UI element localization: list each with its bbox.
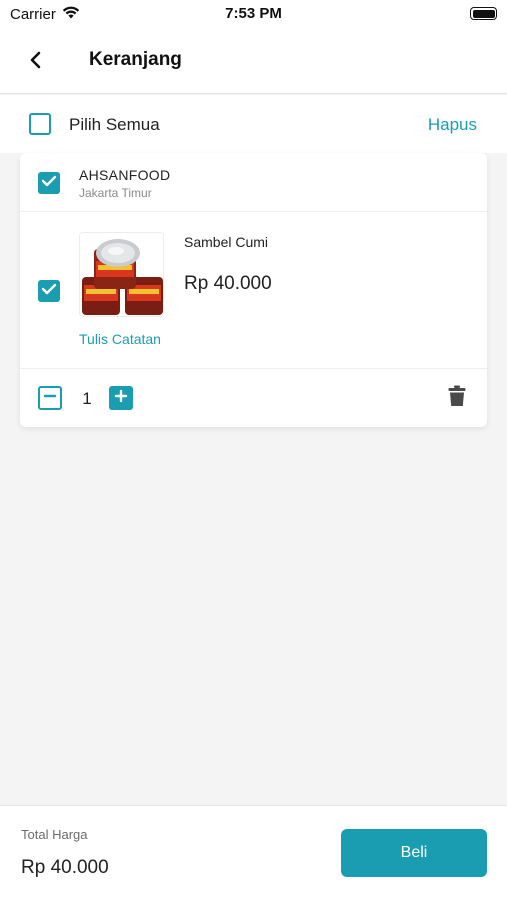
battery-icon [470, 7, 497, 20]
product-image[interactable] [79, 232, 164, 317]
clock: 7:53 PM [225, 5, 282, 22]
page-title: Keranjang [89, 49, 182, 70]
quantity-value: 1 [82, 389, 92, 408]
store-name[interactable]: AHSANFOOD [79, 167, 170, 183]
store-checkbox[interactable] [38, 172, 60, 194]
total-price-value: Rp 40.000 [21, 857, 109, 878]
select-all-label[interactable]: Pilih Semua [69, 115, 160, 135]
delete-button[interactable]: Hapus [428, 115, 477, 135]
minus-icon [43, 389, 57, 408]
increase-quantity-button[interactable] [109, 386, 133, 410]
checkout-footer: Total Harga Rp 40.000 Beli [0, 805, 507, 900]
cart-store-card: AHSANFOOD Jakarta Timur Sambel Cumi Rp 4… [20, 153, 487, 427]
total-price-label: Total Harga [21, 827, 88, 842]
quantity-row: 1 [20, 368, 487, 427]
back-button[interactable] [22, 48, 50, 76]
item-checkbox[interactable] [38, 280, 60, 302]
checkmark-icon [41, 174, 57, 192]
select-all-checkbox[interactable] [29, 113, 51, 135]
delete-item-button[interactable] [447, 385, 467, 412]
select-all-bar: Pilih Semua Hapus [0, 95, 507, 153]
checkmark-icon [41, 282, 57, 300]
plus-icon [114, 389, 128, 408]
product-price: Rp 40.000 [184, 273, 272, 294]
decrease-quantity-button[interactable] [38, 386, 62, 410]
buy-button[interactable]: Beli [341, 829, 487, 877]
write-note-link[interactable]: Tulis Catatan [79, 331, 161, 347]
chevron-left-icon [29, 51, 43, 74]
trash-icon [448, 385, 466, 412]
product-name[interactable]: Sambel Cumi [184, 234, 268, 250]
status-bar: Carrier 7:53 PM [0, 0, 507, 30]
app-header: Keranjang [0, 30, 507, 94]
store-location: Jakarta Timur [79, 186, 152, 200]
store-header: AHSANFOOD Jakarta Timur [20, 153, 487, 212]
